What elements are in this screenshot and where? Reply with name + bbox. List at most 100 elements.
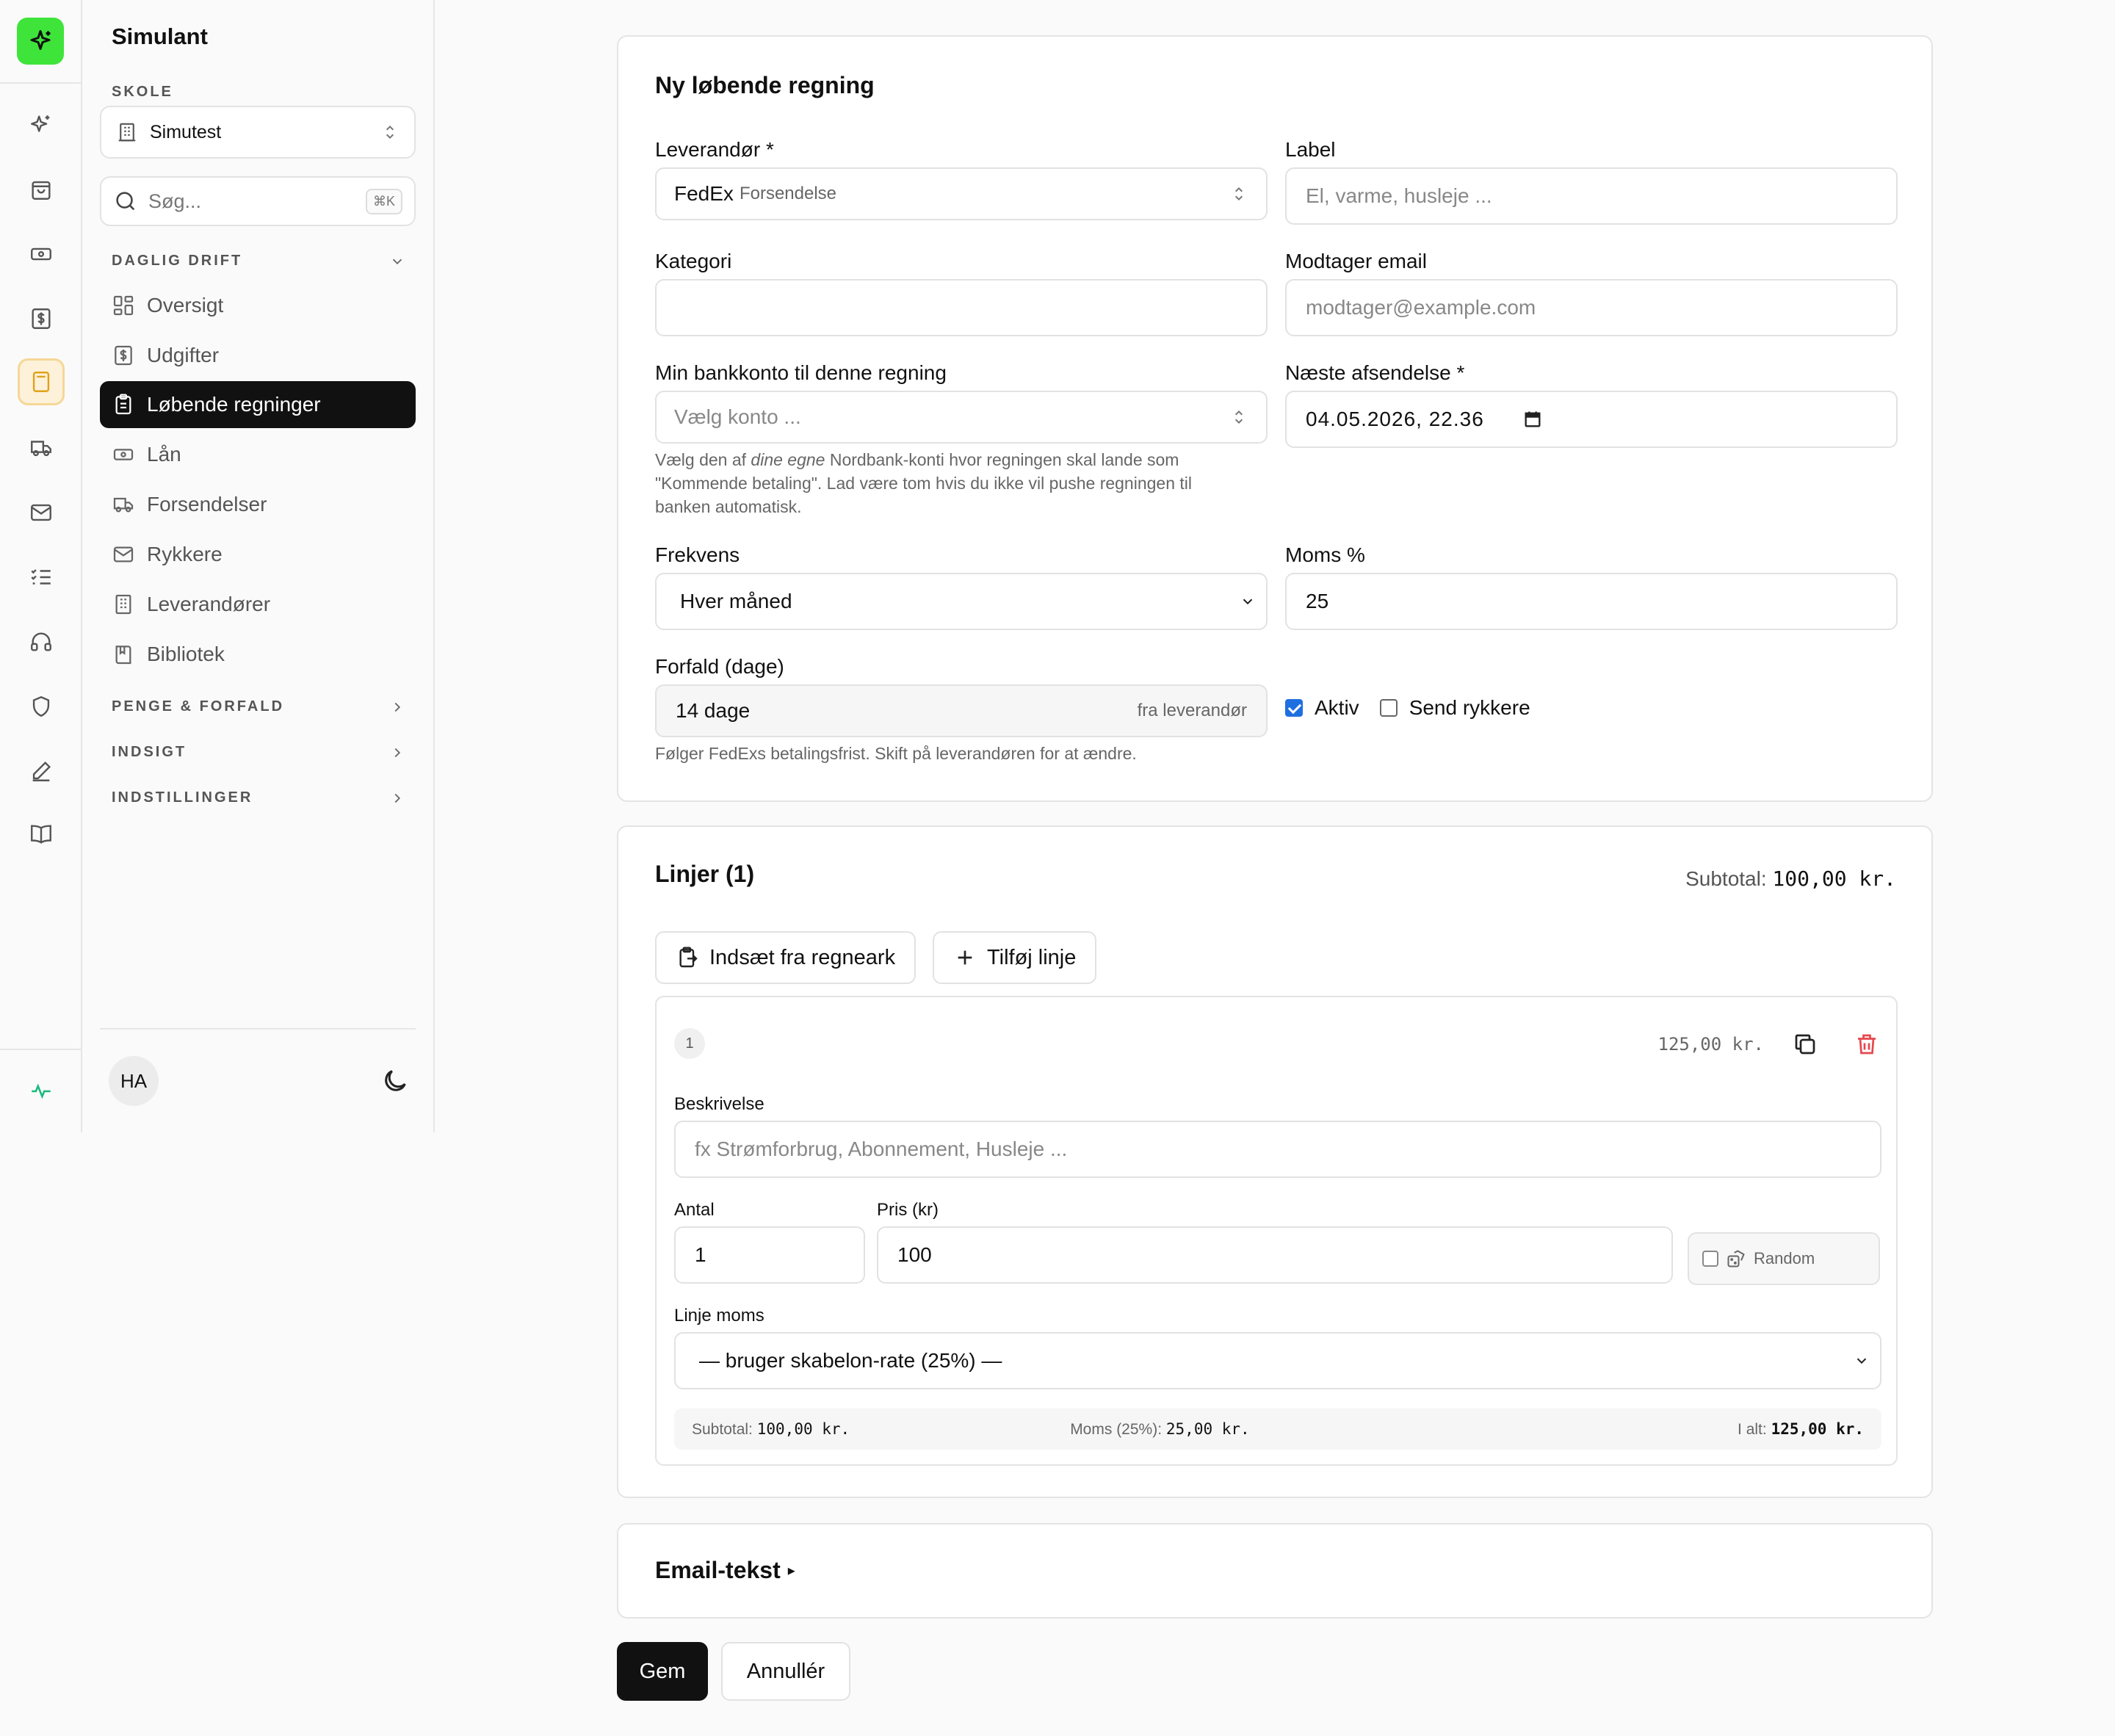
sidebar-item-rykkere[interactable]: Rykkere — [100, 531, 416, 578]
add-line-button[interactable]: Tilføj linje — [933, 931, 1097, 984]
nav-group-penge-forfald[interactable]: PENGE & FORFALD — [112, 698, 405, 715]
line-vat-value: — bruger skabelon-rate (25%) — — [699, 1349, 1002, 1372]
send-reminders-checkbox[interactable] — [1379, 699, 1398, 717]
vat-input[interactable]: 25 — [1285, 573, 1898, 630]
calculator-icon[interactable] — [18, 358, 65, 405]
sparkles-icon[interactable] — [18, 101, 65, 148]
checklist-icon[interactable] — [18, 554, 65, 601]
copy-icon[interactable] — [1792, 1031, 1818, 1057]
nav-group-indsigt[interactable]: INDSIGT — [112, 744, 405, 761]
dollar-receipt-icon — [115, 345, 132, 366]
rail-divider — [0, 82, 82, 84]
summary-value: 100,00 kr. — [756, 1419, 850, 1438]
nav-group-label: INDSTILLINGER — [112, 789, 253, 806]
active-checkbox[interactable] — [1285, 699, 1303, 717]
due-days-label: Forfald (dage) — [655, 655, 784, 678]
next-send-value: 04.05.2026, 22.36 — [1306, 408, 1484, 430]
banknote-icon — [113, 449, 134, 460]
sidebar-item-bibliotek[interactable]: Bibliotek — [100, 631, 416, 678]
book-icon — [115, 645, 131, 665]
shopping-bag-icon[interactable] — [18, 166, 65, 213]
school-select[interactable]: Simutest — [100, 106, 416, 159]
email-text-title: Email-tekst — [655, 1557, 781, 1583]
price-input[interactable]: 100 — [877, 1226, 1673, 1284]
recipient-email-input[interactable]: modtager@example.com — [1285, 279, 1898, 336]
line-vat-label: Linje moms — [674, 1306, 764, 1325]
avatar[interactable]: HA — [109, 1056, 159, 1106]
bank-account-placeholder: Vælg konto ... — [674, 405, 801, 428]
headphones-icon[interactable] — [18, 618, 65, 665]
sidebar-item-forsendelser[interactable]: Forsendelser — [100, 481, 416, 528]
truck-icon[interactable] — [18, 424, 65, 471]
next-send-label: Næste afsendelse * — [1285, 361, 1465, 384]
nav-group-daglig-drift[interactable]: DAGLIG DRIFT — [112, 253, 405, 270]
lines-title: Linjer (1) — [655, 861, 755, 887]
email-text-card[interactable]: Email-tekst ▸ — [617, 1523, 1933, 1619]
next-send-input[interactable]: 04.05.2026, 22.36 — [1285, 391, 1898, 448]
line-vat-select[interactable]: — bruger skabelon-rate (25%) — — [674, 1332, 1881, 1389]
due-days-value: 14 dage — [676, 699, 751, 722]
clipboard-icon — [115, 394, 131, 415]
sidebar-item-label: Leverandører — [147, 593, 271, 615]
description-label: Beskrivelse — [674, 1094, 764, 1114]
supplier-select[interactable]: FedEx Forsendelse — [655, 167, 1268, 220]
app-logo-icon[interactable] — [17, 18, 64, 65]
mail-icon[interactable] — [18, 489, 65, 536]
chevron-down-icon — [1243, 598, 1253, 605]
sidebar-item-oversigt[interactable]: Oversigt — [100, 282, 416, 329]
nav-group-indstillinger[interactable]: INDSTILLINGER — [112, 789, 405, 806]
line-index-badge: 1 — [674, 1028, 705, 1059]
cancel-button[interactable]: Annullér — [721, 1642, 850, 1701]
category-input[interactable] — [655, 279, 1268, 336]
due-days-input[interactable]: 14 dage fra leverandør — [655, 684, 1268, 737]
clipboard-paste-icon — [679, 947, 698, 968]
active-toggle-group: Aktiv Send rykkere — [1285, 696, 1530, 720]
random-price-toggle[interactable]: Random — [1688, 1232, 1880, 1285]
line-summary-subtotal: Subtotal: 100,00 kr. — [692, 1420, 850, 1439]
chevron-right-icon — [394, 748, 401, 757]
email-text-toggle[interactable]: Email-tekst ▸ — [655, 1557, 795, 1584]
bank-account-select[interactable]: Vælg konto ... — [655, 391, 1268, 444]
moon-icon[interactable] — [380, 1066, 410, 1096]
description-input[interactable]: fx Strømforbrug, Abonnement, Husleje ... — [674, 1121, 1881, 1178]
search-icon — [116, 192, 135, 211]
lines-subtotal-label: Subtotal: — [1685, 867, 1767, 890]
label-input[interactable]: El, varme, husleje ... — [1285, 167, 1898, 225]
pen-icon[interactable] — [18, 748, 65, 795]
search-input[interactable]: Søg... ⌘K — [100, 176, 416, 226]
active-label: Aktiv — [1315, 696, 1359, 719]
calendar-icon[interactable] — [1522, 409, 1543, 430]
quantity-input[interactable]: 1 — [674, 1226, 865, 1284]
disclosure-triangle-icon: ▸ — [787, 1563, 795, 1579]
summary-value: 125,00 kr. — [1771, 1419, 1864, 1438]
banknote-icon[interactable] — [18, 231, 65, 278]
lines-subtotal-value: 100,00 kr. — [1772, 867, 1896, 891]
sidebar-item-udgifter[interactable]: Udgifter — [100, 332, 416, 379]
shield-icon[interactable] — [18, 683, 65, 730]
help-text: Vælg den af — [655, 450, 751, 469]
activity-icon[interactable] — [18, 1068, 65, 1115]
sidebar-item-lan[interactable]: Lån — [100, 431, 416, 478]
sidebar-item-leverandorer[interactable]: Leverandører — [100, 581, 416, 628]
recipient-email-label: Modtager email — [1285, 250, 1427, 272]
dice-icon — [1727, 1250, 1745, 1267]
plus-icon — [958, 950, 972, 965]
frequency-value: Hver måned — [680, 590, 792, 612]
random-checkbox[interactable] — [1702, 1251, 1718, 1267]
nav-group-label: PENGE & FORFALD — [112, 698, 285, 715]
search-placeholder: Søg... — [148, 189, 202, 212]
quantity-label: Antal — [674, 1200, 715, 1220]
send-reminders-label: Send rykkere — [1409, 696, 1530, 719]
book-open-icon[interactable] — [18, 811, 65, 858]
sidebar-item-label: Udgifter — [147, 344, 220, 366]
sidebar: Simulant SKOLE Simutest Søg... ⌘K DAGLIG… — [82, 0, 435, 1132]
frequency-select[interactable]: Hver måned — [655, 573, 1268, 630]
sidebar-item-lobende-regninger[interactable]: Løbende regninger — [100, 381, 416, 428]
trash-icon[interactable] — [1854, 1031, 1880, 1057]
save-button[interactable]: Gem — [617, 1642, 708, 1701]
quantity-value: 1 — [695, 1243, 706, 1266]
paste-from-spreadsheet-button[interactable]: Indsæt fra regneark — [655, 931, 916, 984]
price-label: Pris (kr) — [877, 1200, 939, 1220]
dollar-receipt-icon[interactable] — [18, 295, 65, 342]
category-label: Kategori — [655, 250, 732, 272]
